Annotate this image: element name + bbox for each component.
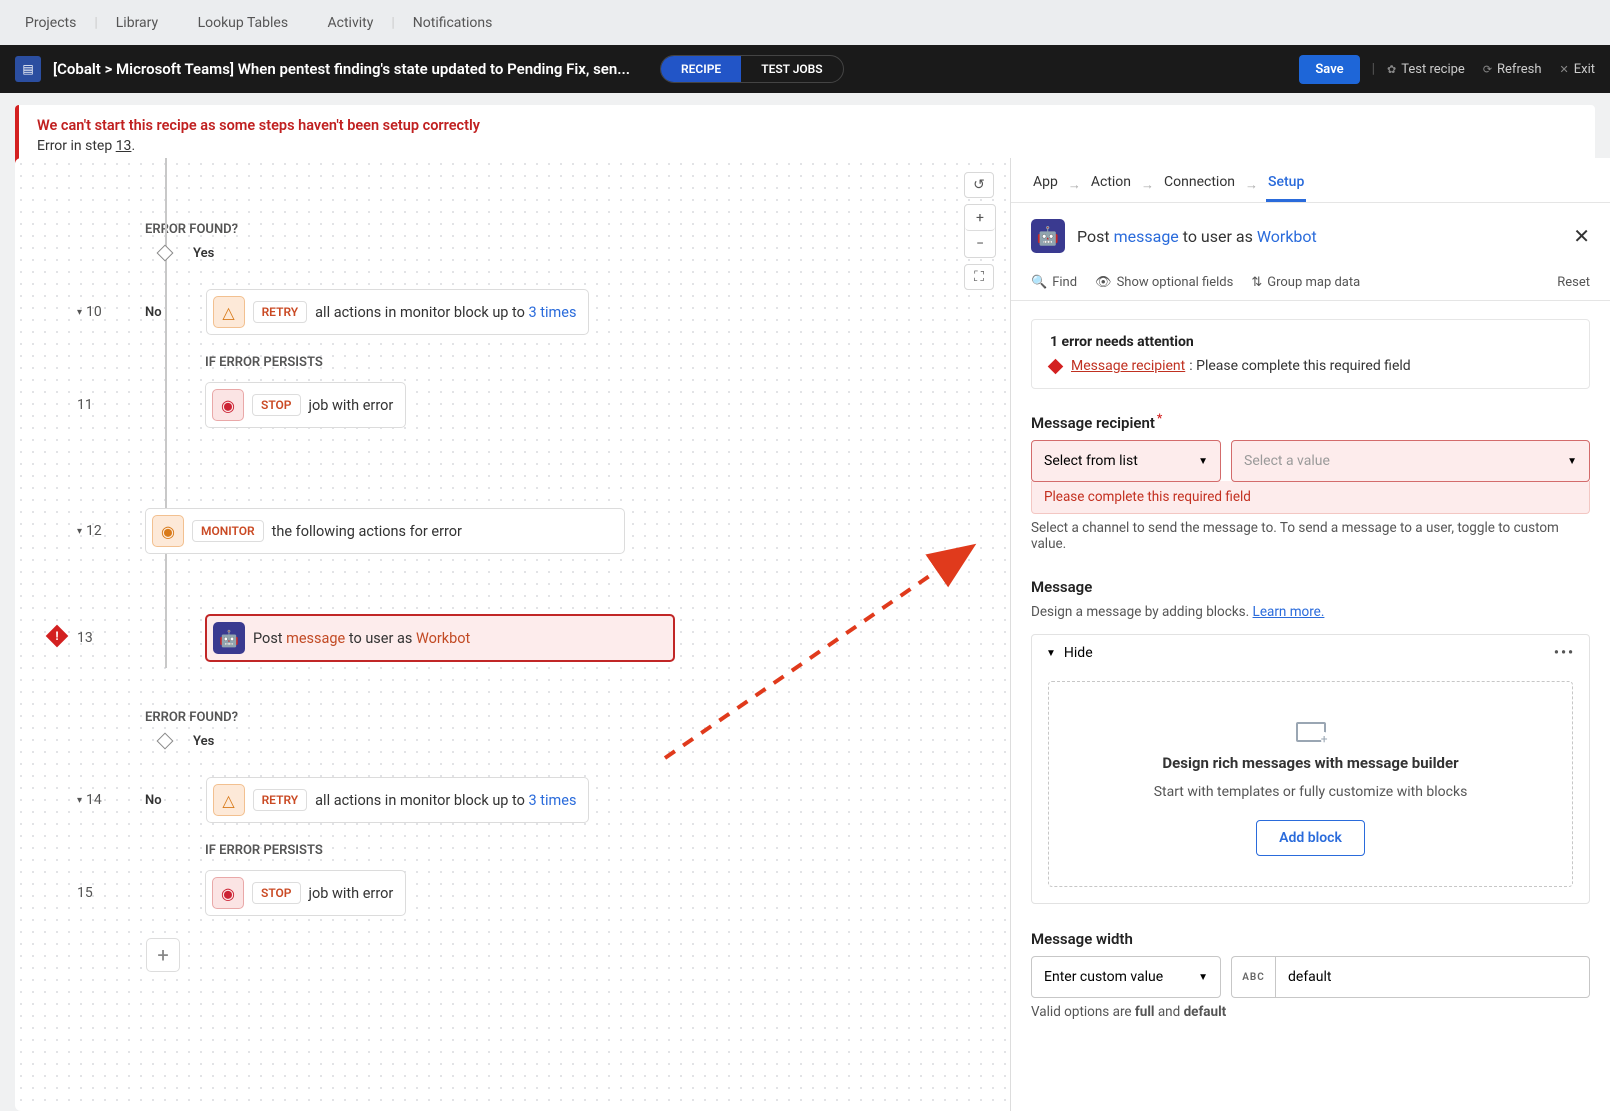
- close-panel-button[interactable]: ✕: [1573, 224, 1590, 248]
- gear-icon: ✿: [1387, 63, 1396, 76]
- error-found-label-2: ERROR FOUND?: [145, 710, 980, 725]
- top-nav: Projects| Library| Lookup Tables| Activi…: [0, 0, 1610, 45]
- message-help: Design a message by adding blocks. Learn…: [1031, 604, 1590, 620]
- width-input[interactable]: [1275, 956, 1590, 998]
- recipient-value-dropdown[interactable]: Select a value▼: [1231, 440, 1590, 482]
- alert-heading: 1 error needs attention: [1050, 334, 1571, 350]
- message-builder: ▼ Hide ••• Design rich messages with mes…: [1031, 634, 1590, 904]
- workbot-icon: 🤖: [213, 622, 245, 654]
- banner-step-link[interactable]: 13: [116, 138, 132, 154]
- builder-placeholder-icon: [1296, 722, 1326, 742]
- recipient-error: Please complete this required field: [1031, 481, 1590, 514]
- nav-projects[interactable]: Projects: [15, 15, 86, 31]
- header-bar: ▤ [Cobalt > Microsoft Teams] When pentes…: [0, 45, 1610, 93]
- add-block-button[interactable]: Add block: [1256, 820, 1365, 856]
- reset-button[interactable]: Reset: [1557, 275, 1590, 290]
- chevron-down-icon: ▼: [1046, 648, 1056, 659]
- message-label: Message: [1031, 578, 1590, 596]
- stop-icon: ◉: [212, 877, 244, 909]
- recipient-label: Message recipient: [1031, 411, 1590, 432]
- chevron-down-icon: ▼: [1198, 972, 1208, 983]
- error-alert: 1 error needs attention Message recipien…: [1031, 319, 1590, 389]
- step-retry-14[interactable]: △ RETRY all actions in monitor block up …: [206, 777, 590, 823]
- stop-tag: STOP: [252, 882, 301, 904]
- tab-test-jobs[interactable]: TEST JOBS: [741, 56, 842, 82]
- stop-icon: ◉: [212, 389, 244, 421]
- branch-diamond: [157, 245, 174, 262]
- banner-subtitle: Error in step 13.: [37, 138, 1577, 154]
- step-stop-11[interactable]: ◉ STOP job with error: [205, 382, 406, 428]
- step-post-13[interactable]: 🤖 Post message to user as Workbot: [205, 614, 675, 662]
- flow-canvas[interactable]: ↺ + − ⛶ ERROR FOUND? Yes: [15, 158, 1010, 1111]
- refresh-button[interactable]: ⟳Refresh: [1483, 62, 1542, 77]
- add-step-button[interactable]: +: [146, 938, 180, 972]
- workbot-icon: 🤖: [1031, 219, 1065, 253]
- recipe-title: [Cobalt > Microsoft Teams] When pentest …: [53, 60, 630, 78]
- show-optional-button[interactable]: 👁Show optional fields: [1095, 275, 1233, 290]
- chevron-right-icon: →: [1245, 177, 1258, 193]
- panel-title: Post message to user as Workbot: [1077, 227, 1573, 246]
- error-icon: [46, 625, 69, 648]
- alert-link[interactable]: Message recipient: [1071, 358, 1185, 374]
- recipient-help: Select a channel to send the message to.…: [1031, 520, 1590, 552]
- error-diamond-icon: [1048, 358, 1064, 374]
- monitor-tag: MONITOR: [192, 520, 264, 542]
- recipient-mode-dropdown[interactable]: Select from list▼: [1031, 440, 1221, 482]
- nav-activity[interactable]: Activity: [318, 15, 384, 31]
- chevron-down-icon: ▼: [1198, 456, 1208, 467]
- mode-toggle[interactable]: RECIPE TEST JOBS: [660, 55, 844, 83]
- tab-setup[interactable]: Setup: [1266, 168, 1306, 202]
- retry-tag: RETRY: [253, 789, 308, 811]
- exit-button[interactable]: ✕Exit: [1560, 62, 1595, 77]
- width-mode-dropdown[interactable]: Enter custom value▼: [1031, 956, 1221, 998]
- search-icon: 🔍: [1031, 275, 1047, 290]
- width-help: Valid options are full and default: [1031, 1004, 1590, 1020]
- nav-library[interactable]: Library: [106, 15, 168, 31]
- refresh-icon: ⟳: [1483, 63, 1492, 76]
- stop-tag: STOP: [252, 394, 301, 416]
- eye-icon: 👁: [1095, 275, 1112, 290]
- text-type-icon: ABC: [1231, 956, 1275, 998]
- eye-icon: ◉: [152, 515, 184, 547]
- map-icon: ⇅: [1251, 275, 1262, 290]
- step-retry-10[interactable]: △ RETRY all actions in monitor block up …: [206, 289, 590, 335]
- chevron-right-icon: →: [1141, 177, 1154, 193]
- setup-panel: App → Action → Connection → Setup 🤖 Post…: [1010, 158, 1610, 1111]
- if-error-persists-label-2: IF ERROR PERSISTS: [205, 843, 980, 858]
- branch-diamond-2: [157, 733, 174, 750]
- tab-connection[interactable]: Connection: [1162, 168, 1237, 202]
- recipe-icon: ▤: [15, 56, 41, 82]
- width-label: Message width: [1031, 930, 1590, 948]
- save-button[interactable]: Save: [1299, 55, 1359, 84]
- find-button[interactable]: 🔍Find: [1031, 275, 1077, 290]
- chevron-down-icon: ▼: [1567, 456, 1577, 467]
- nav-lookup[interactable]: Lookup Tables: [188, 15, 299, 31]
- warning-icon: △: [213, 296, 245, 328]
- test-recipe-button[interactable]: ✿Test recipe: [1387, 62, 1465, 77]
- if-error-persists-label: IF ERROR PERSISTS: [205, 355, 980, 370]
- group-map-button[interactable]: ⇅Group map data: [1251, 275, 1360, 290]
- step-stop-15[interactable]: ◉ STOP job with error: [205, 870, 406, 916]
- banner-title: We can't start this recipe as some steps…: [37, 117, 1577, 134]
- more-icon[interactable]: •••: [1554, 645, 1575, 661]
- error-banner: We can't start this recipe as some steps…: [15, 105, 1595, 166]
- builder-title: Design rich messages with message builde…: [1162, 754, 1458, 772]
- nav-notifications[interactable]: Notifications: [403, 15, 503, 31]
- error-found-label: ERROR FOUND?: [145, 222, 980, 237]
- warning-icon: △: [213, 784, 245, 816]
- builder-subtitle: Start with templates or fully customize …: [1154, 784, 1468, 800]
- chevron-right-icon: →: [1068, 177, 1081, 193]
- hide-toggle[interactable]: Hide: [1064, 645, 1093, 661]
- tab-recipe[interactable]: RECIPE: [661, 56, 741, 82]
- tab-app[interactable]: App: [1031, 168, 1060, 202]
- close-icon: ✕: [1560, 63, 1569, 76]
- tab-action[interactable]: Action: [1089, 168, 1133, 202]
- learn-more-link[interactable]: Learn more.: [1253, 604, 1325, 620]
- retry-tag: RETRY: [253, 301, 308, 323]
- step-monitor-12[interactable]: ◉ MONITOR the following actions for erro…: [145, 508, 625, 554]
